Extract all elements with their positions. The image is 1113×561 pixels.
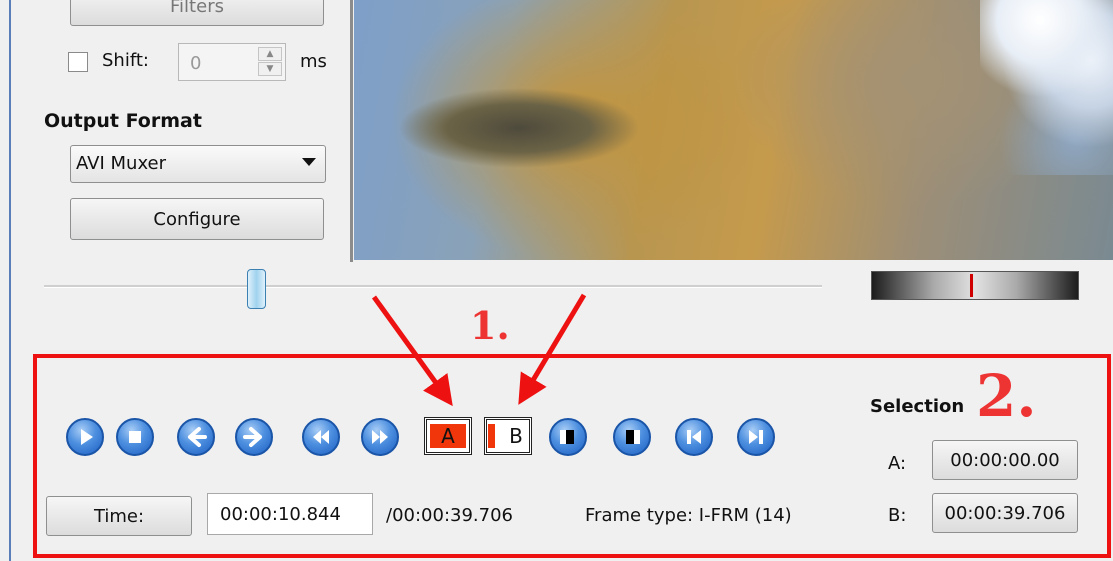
mark-b-marker <box>488 424 495 448</box>
go-to-mark-b-icon[interactable] <box>613 418 651 456</box>
arrow-to-mark-b <box>518 293 587 405</box>
selection-heading: Selection <box>870 396 965 417</box>
fast-forward-icon[interactable] <box>361 418 399 456</box>
mark-a-label[interactable]: A <box>430 424 466 448</box>
next-frame-icon[interactable] <box>235 418 273 456</box>
go-to-mark-a-icon[interactable] <box>549 418 587 456</box>
play-icon[interactable] <box>66 418 104 456</box>
current-time-input[interactable]: 00:00:10.844 <box>207 493 373 535</box>
selection-a-label: A: <box>888 453 907 474</box>
mark-b-label[interactable]: B <box>502 424 530 448</box>
next-keyframe-icon[interactable] <box>737 418 775 456</box>
previous-keyframe-icon[interactable] <box>675 418 713 456</box>
total-duration: /00:00:39.706 <box>386 505 513 526</box>
selection-a-button[interactable]: 00:00:00.00 <box>932 440 1078 480</box>
arrow-to-mark-a <box>371 295 453 407</box>
selection-b-button[interactable]: 00:00:39.706 <box>932 493 1078 533</box>
rewind-icon[interactable] <box>302 418 340 456</box>
selection-b-label: B: <box>888 505 907 526</box>
frame-type-label: Frame type: I-FRM (14) <box>585 505 792 526</box>
stop-icon[interactable] <box>116 418 154 456</box>
time-button[interactable]: Time: <box>46 496 192 536</box>
previous-frame-icon[interactable] <box>177 418 215 456</box>
